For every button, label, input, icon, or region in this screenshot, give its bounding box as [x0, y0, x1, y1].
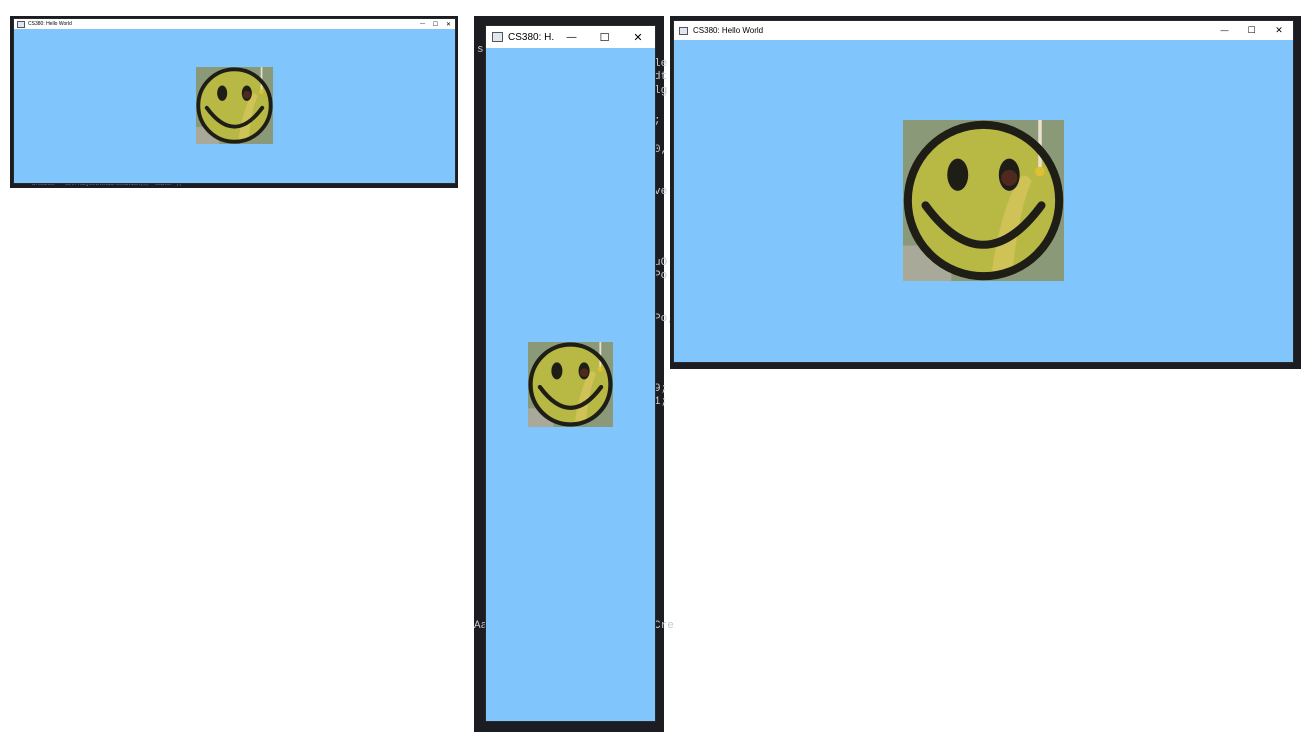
minimize-button[interactable]: —	[555, 26, 588, 48]
window-controls: — ☐ ✕	[555, 26, 655, 48]
app-icon	[679, 26, 688, 35]
title-bar[interactable]: CS380: Hello World — ☐ ✕	[14, 19, 455, 29]
minimize-icon: —	[1220, 26, 1229, 35]
code-fragment: le	[654, 58, 668, 70]
maximize-icon: ☐	[1247, 25, 1256, 35]
app-icon	[492, 32, 503, 42]
window-title: CS380: Hello World	[693, 26, 764, 35]
code-fragment: Cre	[654, 620, 674, 632]
app-window-large[interactable]: CS380: Hello World — ☐ ✕	[674, 21, 1293, 362]
window-title: CS380: Hello World	[28, 21, 72, 27]
window-title: CS380: H...	[508, 31, 555, 43]
render-canvas[interactable]	[14, 29, 455, 183]
maximize-button[interactable]: ☐	[588, 26, 621, 48]
smiley-face-squirrel-icon	[528, 342, 613, 427]
window-controls: — ☐ ✕	[1211, 21, 1293, 40]
code-fragment: 0,	[654, 144, 668, 156]
close-button[interactable]: ✕	[442, 19, 455, 29]
maximize-button[interactable]: ☐	[1238, 21, 1265, 40]
code-fragment: uO	[654, 257, 668, 269]
render-canvas[interactable]	[674, 40, 1293, 362]
smiley-face-squirrel-icon	[196, 67, 273, 144]
maximize-icon: ☐	[432, 21, 439, 28]
title-bar[interactable]: CS380: Hello World — ☐ ✕	[674, 21, 1293, 40]
smiley-sprite	[196, 67, 273, 144]
maximize-icon: ☐	[599, 31, 610, 44]
maximize-button[interactable]: ☐	[429, 19, 442, 29]
smiley-sprite	[903, 120, 1064, 281]
minimize-button[interactable]: —	[416, 19, 429, 29]
smiley-sprite	[528, 342, 613, 427]
code-fragment: 9;	[654, 383, 668, 395]
close-button[interactable]: ✕	[621, 26, 655, 48]
minimize-icon: —	[420, 21, 425, 27]
minimize-icon: —	[566, 31, 577, 43]
app-icon	[17, 20, 25, 28]
close-button[interactable]: ✕	[1265, 21, 1293, 40]
app-window-small[interactable]: CS380: Hello World — ☐ ✕	[14, 19, 455, 183]
close-icon: ✕	[445, 21, 452, 28]
render-canvas[interactable]	[486, 48, 655, 721]
code-fragment: 1;	[654, 396, 668, 408]
close-icon: ✕	[633, 31, 643, 44]
minimize-button[interactable]: —	[1211, 21, 1238, 40]
close-icon: ✕	[1275, 25, 1283, 35]
window-controls: — ☐ ✕	[416, 19, 455, 29]
code-fragment: lg	[654, 85, 668, 97]
smiley-face-squirrel-icon	[903, 120, 1064, 281]
title-bar[interactable]: CS380: H... — ☐ ✕	[486, 26, 655, 48]
app-window-tall[interactable]: CS380: H... — ☐ ✕	[486, 26, 655, 721]
code-fragment: ve	[654, 186, 668, 198]
code-fragment: dt	[654, 71, 668, 83]
code-fragment: Po	[654, 270, 668, 282]
